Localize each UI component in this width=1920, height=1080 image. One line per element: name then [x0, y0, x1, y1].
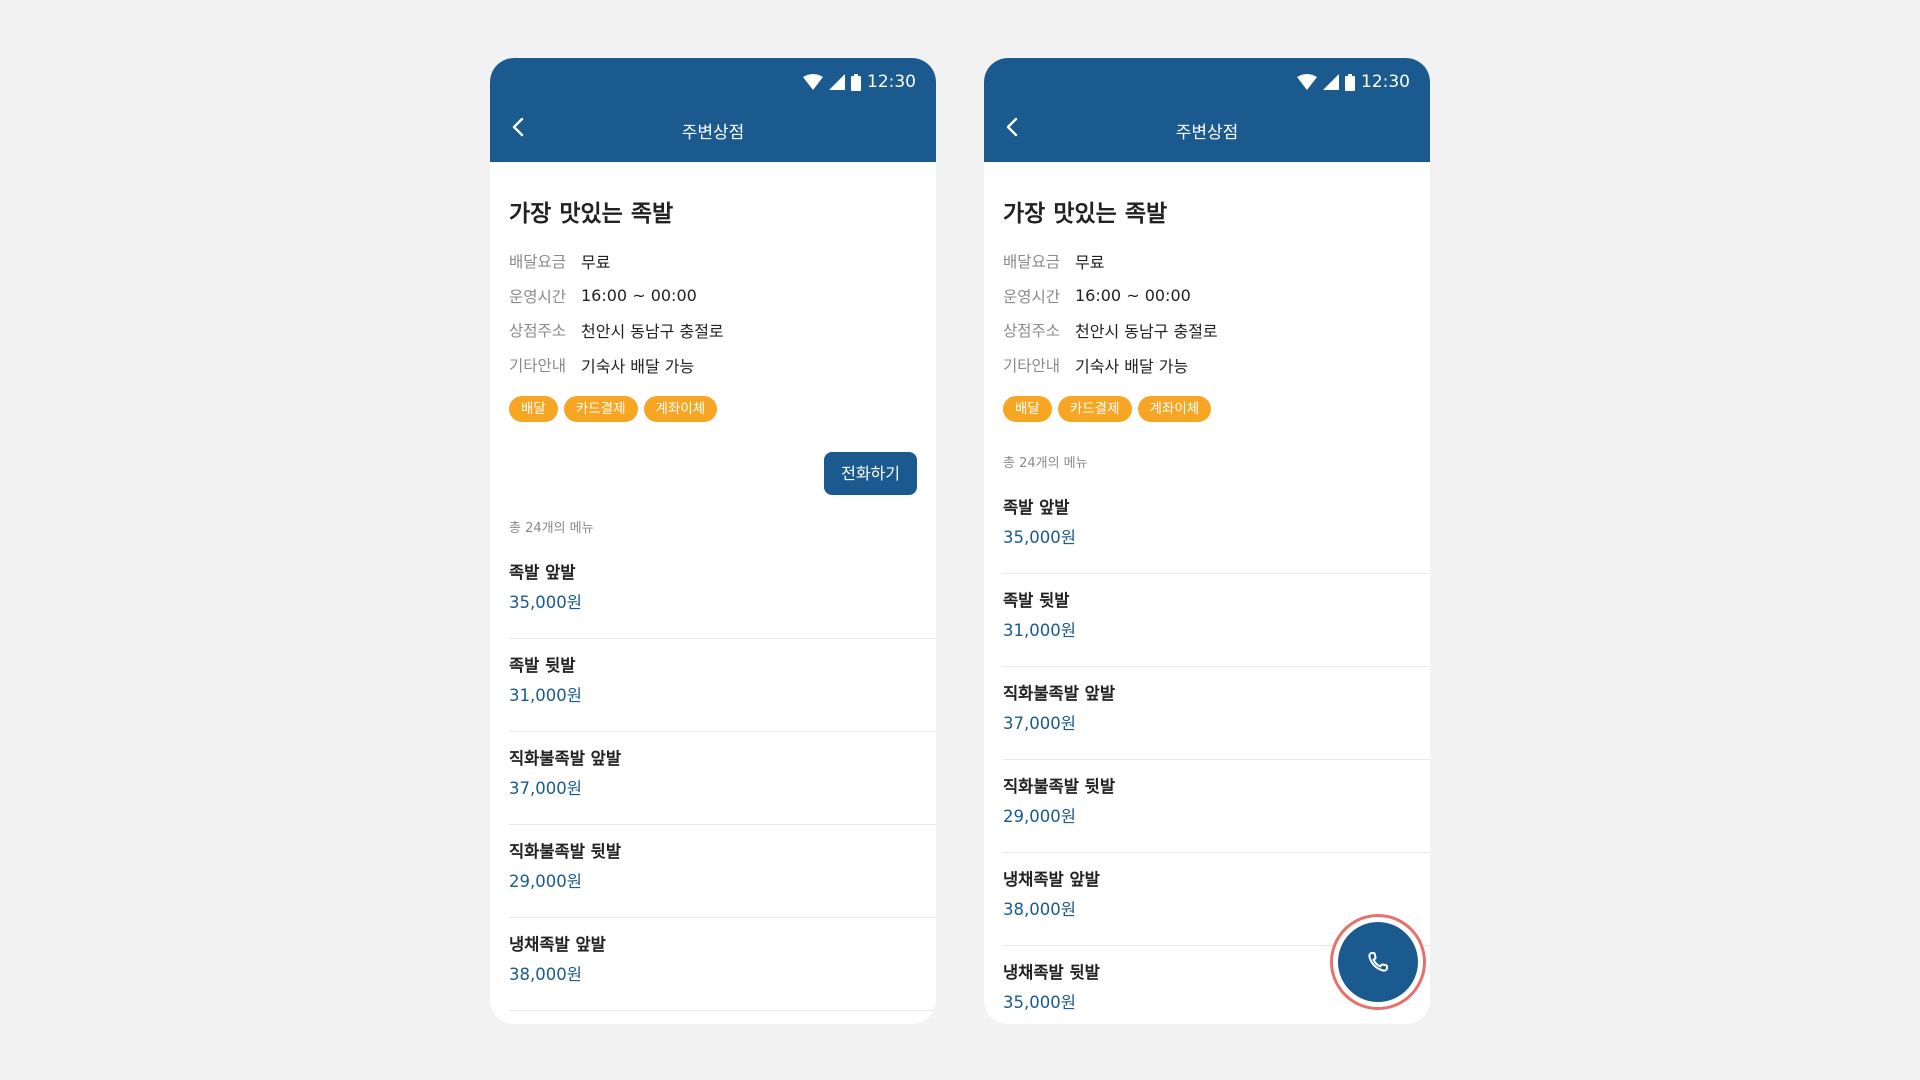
shop-detail: 가장 맛있는 족발 배달요금 무료 운영시간 16:00 ~ 00:00 상점주…: [490, 194, 936, 1024]
menu-price: 35,000원: [509, 593, 582, 612]
menu-name: 족발 뒷발: [509, 656, 576, 675]
menu-name: 족발 뒷발: [1003, 591, 1070, 610]
info-value: 무료: [1075, 253, 1105, 273]
info-row-notes: 기타안내 기숙사 배달 가능: [1003, 348, 1411, 383]
phone-screen-left: 12:30 주변상점 가장 맛있는 족발 배달요금 무료 운영시간 16:00 …: [490, 58, 936, 1024]
info-value: 기숙사 배달 가능: [1075, 356, 1189, 376]
menu-name: 직화불족발 앞발: [509, 749, 622, 768]
info-row-delivery-fee: 배달요금 무료: [1003, 244, 1411, 279]
info-row-address: 상점주소 천안시 동남구 충절로: [509, 313, 917, 348]
tag-delivery: 배달: [509, 396, 558, 422]
info-value: 16:00 ~ 00:00: [581, 286, 697, 306]
info-row-notes: 기타안내 기숙사 배달 가능: [509, 348, 917, 383]
phone-screen-right: 12:30 주변상점 가장 맛있는 족발 배달요금 무료 운영시간 16:00 …: [984, 58, 1430, 1024]
status-time: 12:30: [1361, 72, 1410, 92]
info-label: 상점주소: [509, 322, 567, 341]
status-time: 12:30: [867, 72, 916, 92]
menu-item[interactable]: 족발 뒷발 31,000원: [509, 639, 936, 732]
wifi-icon: [803, 74, 823, 90]
tag-list: 배달 카드결제 계좌이체: [1003, 396, 1411, 422]
menu-list: 족발 앞발 35,000원 족발 뒷발 31,000원 직화불족발 앞발 37,…: [509, 546, 936, 1024]
menu-name: 냉채족발 앞발: [1003, 870, 1100, 889]
menu-item[interactable]: 직화불족발 뒷발 29,000원: [1003, 760, 1430, 853]
battery-icon: [1345, 73, 1355, 91]
menu-item[interactable]: 직화불족발 앞발 37,000원: [1003, 667, 1430, 760]
menu-price: 35,000원: [1003, 528, 1076, 547]
info-value: 기숙사 배달 가능: [581, 356, 695, 376]
info-value: 무료: [581, 253, 611, 273]
info-label: 배달요금: [1003, 253, 1061, 272]
menu-item[interactable]: 족발 뒷발 31,000원: [1003, 574, 1430, 667]
info-label: 운영시간: [509, 287, 567, 306]
menu-item[interactable]: 냉채족발 뒷발 35,000원: [509, 1011, 936, 1024]
battery-icon: [851, 73, 861, 91]
info-row-hours: 운영시간 16:00 ~ 00:00: [1003, 279, 1411, 314]
menu-name: 냉채족발 앞발: [509, 935, 606, 954]
info-value: 천안시 동남구 충절로: [581, 322, 724, 342]
tag-delivery: 배달: [1003, 396, 1052, 422]
info-label: 기타안내: [1003, 356, 1061, 375]
tag-card-payment: 카드결제: [563, 396, 638, 422]
menu-price: 38,000원: [509, 965, 582, 984]
call-fab-button[interactable]: [1338, 922, 1418, 1002]
fab-highlight-ring: [1330, 914, 1426, 1010]
menu-count: 총 24개의 메뉴: [509, 521, 594, 536]
app-bar: 12:30 주변상점: [984, 58, 1430, 162]
info-value: 천안시 동남구 충절로: [1075, 322, 1218, 342]
info-label: 기타안내: [509, 356, 567, 375]
page-title: 주변상점: [1175, 123, 1239, 143]
menu-name: 직화불족발 뒷발: [1003, 777, 1116, 796]
phone-icon: [1368, 952, 1388, 972]
info-row-delivery-fee: 배달요금 무료: [509, 244, 917, 279]
menu-item[interactable]: 냉채족발 앞발 38,000원: [509, 918, 936, 1011]
info-value: 16:00 ~ 00:00: [1075, 286, 1191, 306]
shop-name: 가장 맛있는 족발: [509, 201, 674, 227]
menu-price: 29,000원: [1003, 807, 1076, 826]
info-label: 상점주소: [1003, 322, 1061, 341]
menu-name: 냉채족발 뒷발: [509, 1023, 936, 1024]
menu-price: 31,000원: [509, 686, 582, 705]
wifi-icon: [1297, 74, 1317, 90]
menu-name: 직화불족발 뒷발: [509, 842, 622, 861]
shop-name: 가장 맛있는 족발: [1003, 201, 1168, 227]
menu-price: 37,000원: [1003, 714, 1076, 733]
menu-name: 직화불족발 앞발: [1003, 684, 1116, 703]
status-bar: 12:30: [1297, 72, 1410, 92]
info-row-hours: 운영시간 16:00 ~ 00:00: [509, 279, 917, 314]
menu-item[interactable]: 직화불족발 앞발 37,000원: [509, 732, 936, 825]
call-button[interactable]: 전화하기: [824, 452, 917, 495]
tag-bank-transfer: 계좌이체: [1137, 396, 1212, 422]
menu-item[interactable]: 족발 앞발 35,000원: [509, 546, 936, 639]
menu-name: 족발 앞발: [1003, 498, 1070, 517]
menu-price: 31,000원: [1003, 621, 1076, 640]
info-row-address: 상점주소 천안시 동남구 충절로: [1003, 313, 1411, 348]
signal-icon: [829, 74, 845, 90]
tag-list: 배달 카드결제 계좌이체: [509, 396, 917, 422]
menu-item[interactable]: 직화불족발 뒷발 29,000원: [509, 825, 936, 918]
menu-price: 37,000원: [509, 779, 582, 798]
shop-detail: 가장 맛있는 족발 배달요금 무료 운영시간 16:00 ~ 00:00 상점주…: [984, 194, 1430, 1024]
menu-name: 족발 앞발: [509, 563, 576, 582]
app-bar: 12:30 주변상점: [490, 58, 936, 162]
signal-icon: [1323, 74, 1339, 90]
status-bar: 12:30: [803, 72, 916, 92]
info-label: 배달요금: [509, 253, 567, 272]
tag-bank-transfer: 계좌이체: [643, 396, 718, 422]
menu-count: 총 24개의 메뉴: [1003, 456, 1088, 471]
menu-item[interactable]: 족발 앞발 35,000원: [1003, 481, 1430, 574]
menu-price: 29,000원: [509, 872, 582, 891]
call-row: 전화하기: [509, 452, 917, 495]
info-label: 운영시간: [1003, 287, 1061, 306]
page-title: 주변상점: [681, 123, 745, 143]
tag-card-payment: 카드결제: [1057, 396, 1132, 422]
